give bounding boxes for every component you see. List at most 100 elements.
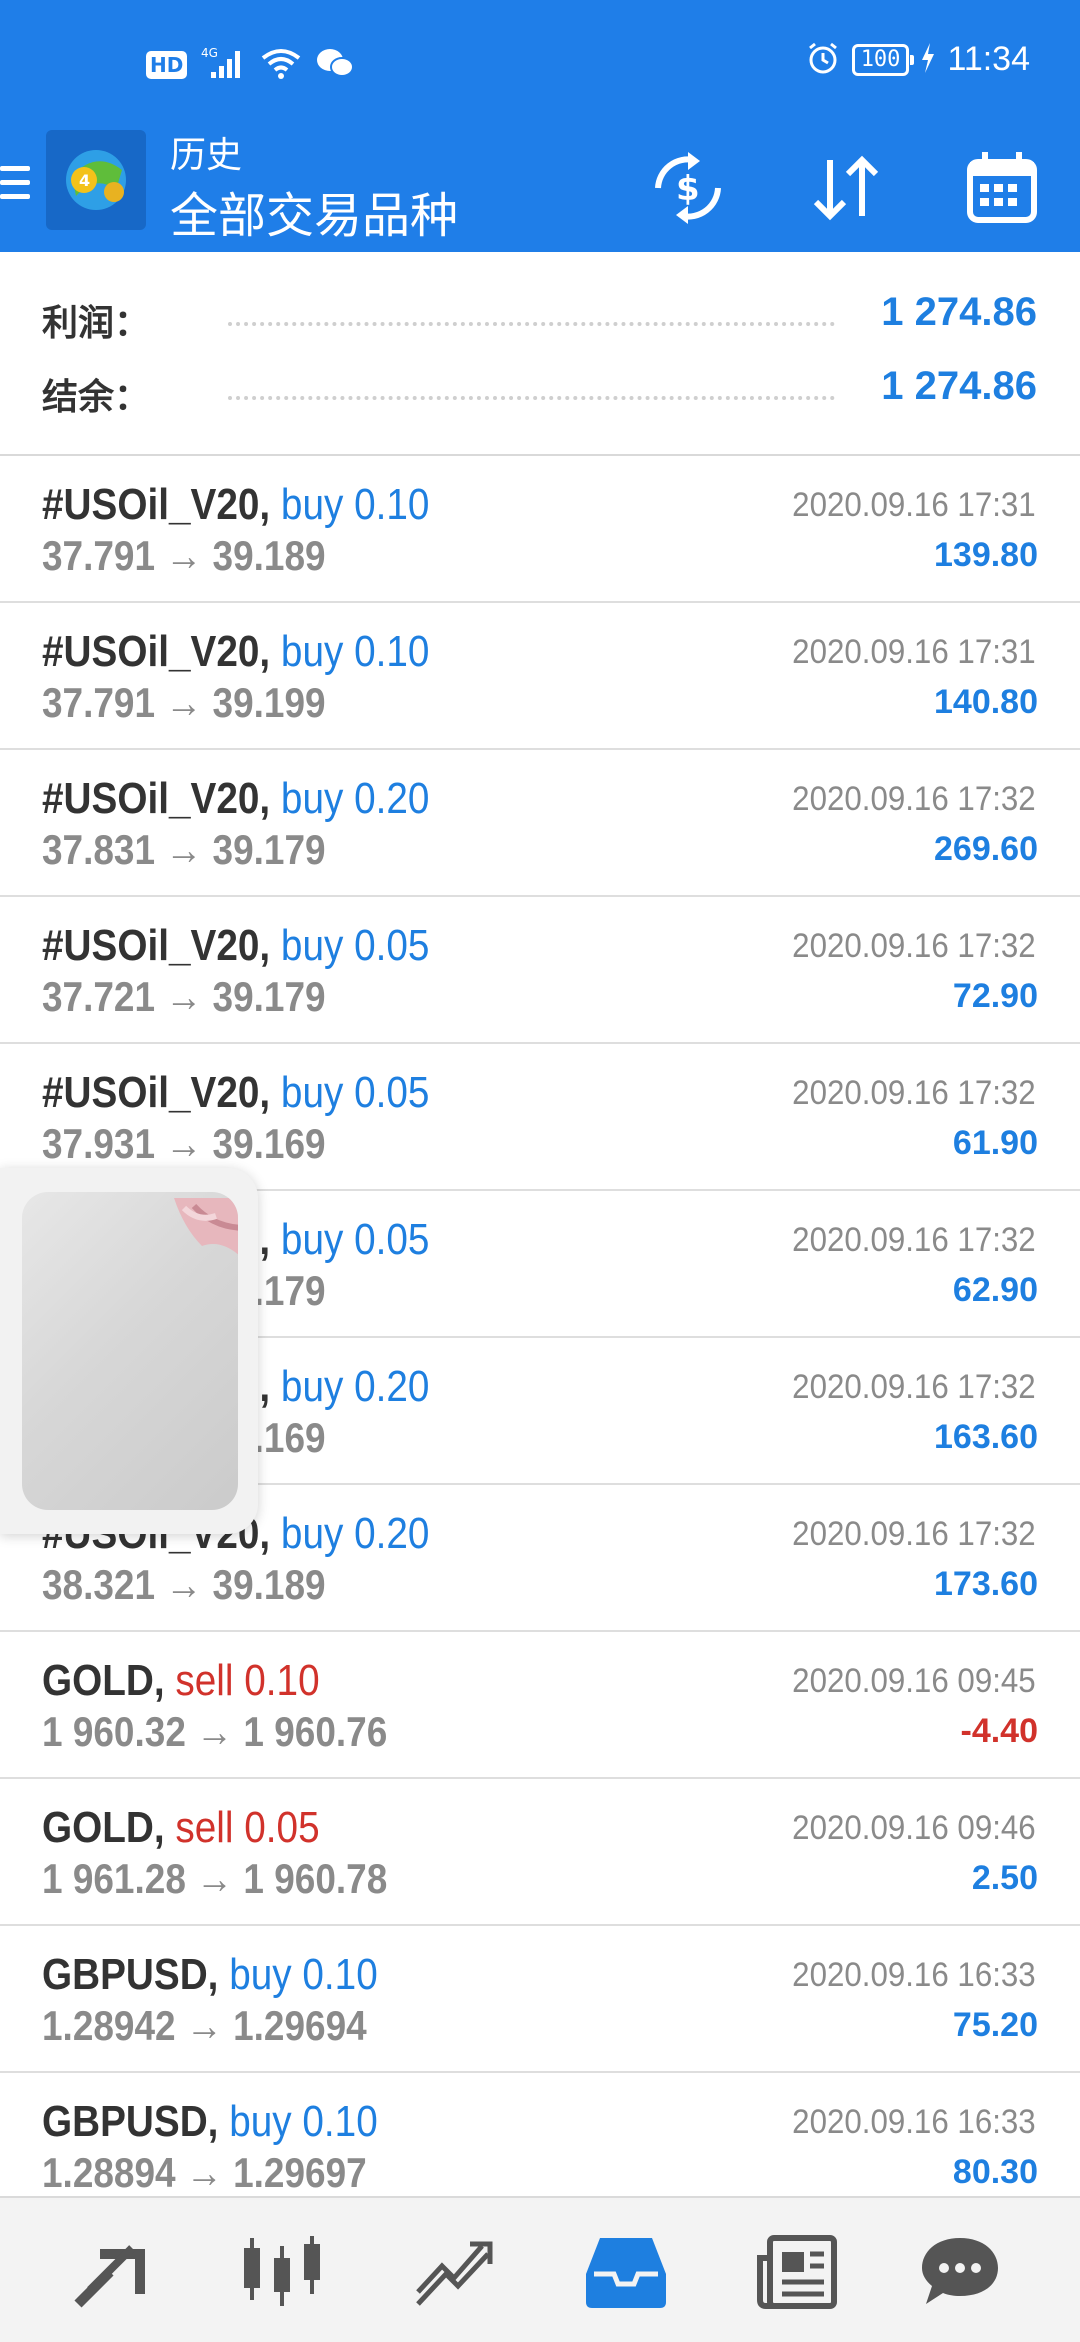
trade-time: 2020.09.16 17:32 [792, 780, 1036, 818]
trade-symbol: #USOil_V20 [42, 627, 260, 676]
trade-side: buy 0.05 [280, 1068, 430, 1117]
profit-label: 利润： [42, 303, 151, 344]
trade-time: 2020.09.16 16:33 [792, 1956, 1036, 1994]
trade-profit: 2.50 [971, 1859, 1038, 1897]
menu-icon[interactable] [0, 160, 30, 210]
trade-time: 2020.09.16 17:32 [792, 1221, 1036, 1259]
svg-text:$: $ [676, 169, 700, 209]
trade-prices: 1.28942 → 1.29694 [42, 2002, 367, 2050]
separator: , [259, 1362, 271, 1411]
trade-side: buy 0.20 [280, 1362, 430, 1411]
trade-time: 2020.09.16 17:32 [792, 927, 1036, 965]
charging-icon [921, 42, 935, 77]
wechat-icon [315, 46, 355, 84]
arrow-icon: → [165, 1120, 203, 1167]
separator: , [259, 1509, 271, 1558]
trade-profit: 139.80 [934, 536, 1038, 574]
dotted-leader [228, 322, 835, 326]
separator: , [207, 1950, 219, 1999]
trade-side: sell 0.10 [175, 1656, 320, 1705]
trade-row[interactable]: GOLD, sell 0.05 1 961.28 → 1 960.78 2020.0… [0, 1779, 1080, 1926]
trade-header: #USOil_V20, buy 0.05 [42, 1068, 429, 1118]
open-price: 1.28894 [42, 2149, 176, 2196]
chat-icon[interactable] [918, 2234, 1002, 2310]
calendar-icon[interactable] [962, 148, 1042, 228]
trade-header: #USOil_V20, buy 0.20 [42, 774, 429, 824]
close-price: 39.179 [212, 973, 326, 1020]
quotes-icon[interactable] [70, 2234, 154, 2310]
trade-row[interactable]: GBPUSD, buy 0.10 1.28942 → 1.29694 2020.09… [0, 1926, 1080, 2073]
svg-text:4G: 4G [201, 46, 218, 60]
trade-row[interactable]: GOLD, sell 0.10 1 960.32 → 1 960.76 2020.0… [0, 1632, 1080, 1779]
trade-row[interactable]: #USOil_V20, buy 0.10 37.791 → 39.199 2020.… [0, 603, 1080, 750]
trade-side: buy 0.10 [229, 2097, 378, 2146]
clock: 11:34 [947, 40, 1030, 78]
open-price: 37.931 [42, 1120, 156, 1167]
summary-panel: 利润： 1 274.86 结余： 1 274.86 [0, 252, 1080, 456]
trade-side: buy 0.20 [280, 1509, 430, 1558]
trade-profit: 72.90 [952, 977, 1038, 1015]
trade-row[interactable]: #USOil_V20, buy 0.20 37.831 → 39.179 2020.… [0, 750, 1080, 897]
open-price: 38.321 [42, 1561, 156, 1608]
trade-symbol: GOLD [42, 1803, 154, 1852]
history-icon[interactable] [584, 2234, 668, 2310]
app-logo[interactable]: 4 [46, 130, 146, 230]
trade-profit: 80.30 [952, 2153, 1038, 2191]
trade-header: GOLD, sell 0.10 [42, 1656, 320, 1706]
separator: , [259, 627, 271, 676]
trade-prices: 37.721 → 39.179 [42, 973, 326, 1021]
close-price: 39.169 [212, 1120, 326, 1167]
trade-symbol: GBPUSD [42, 1950, 208, 1999]
floating-video-window[interactable] [0, 1168, 258, 1534]
svg-text:4: 4 [79, 171, 90, 190]
trade-profit: 62.90 [952, 1271, 1038, 1309]
trade-time: 2020.09.16 16:33 [792, 2103, 1036, 2141]
alarm-icon [806, 41, 840, 79]
trade-side: buy 0.05 [280, 921, 430, 970]
chart-icon[interactable] [240, 2234, 324, 2310]
profit-value: 1 274.86 [881, 290, 1037, 334]
trade-prices: 37.931 → 39.169 [42, 1120, 326, 1168]
trade-side: buy 0.10 [280, 480, 430, 529]
trade-symbol: GBPUSD [42, 2097, 208, 2146]
trade-side: buy 0.05 [280, 1215, 430, 1264]
trade-row[interactable]: #USOil_V20, buy 0.05 37.721 → 39.179 2020.… [0, 897, 1080, 1044]
separator: , [259, 774, 271, 823]
currency-swap-icon[interactable]: $ [648, 148, 728, 228]
trade-icon[interactable] [412, 2234, 496, 2310]
balance-row: 结余： 1 274.86 [0, 360, 1080, 420]
trade-header: GBPUSD, buy 0.10 [42, 1950, 378, 2000]
trade-time: 2020.09.16 17:32 [792, 1074, 1036, 1112]
trade-profit: 75.20 [952, 2006, 1038, 2044]
close-price: 1.29697 [233, 2149, 367, 2196]
trade-row[interactable]: #USOil_V20, buy 0.10 37.791 → 39.189 2020.… [0, 456, 1080, 603]
header-title[interactable]: 全部交易品种 [170, 176, 458, 246]
trade-side: buy 0.10 [280, 627, 430, 676]
trade-time: 2020.09.16 17:32 [792, 1515, 1036, 1553]
toolbar: 4 历史 全部交易品种 $ [0, 126, 1080, 252]
separator: , [259, 921, 271, 970]
status-bar: HD 4G 100 11:34 [0, 0, 1080, 130]
close-price: 39.189 [212, 1561, 326, 1608]
close-price: 1.29694 [233, 2002, 367, 2049]
trade-profit: 269.60 [934, 830, 1038, 868]
trade-header: #USOil_V20, buy 0.10 [42, 480, 429, 530]
arrow-icon: → [165, 679, 203, 726]
arrow-icon: → [165, 532, 203, 579]
trade-header: GOLD, sell 0.05 [42, 1803, 320, 1853]
trade-time: 2020.09.16 17:31 [792, 633, 1036, 671]
arrow-icon: → [165, 973, 203, 1020]
close-price: 39.189 [212, 532, 326, 579]
arrow-icon: → [196, 1708, 234, 1755]
trade-prices: 37.791 → 39.199 [42, 679, 326, 727]
balance-value: 1 274.86 [881, 364, 1037, 408]
trade-prices: 1.28894 → 1.29697 [42, 2149, 367, 2197]
video-thumbnail[interactable] [22, 1192, 238, 1510]
arrow-icon: → [185, 2002, 223, 2049]
trade-symbol: #USOil_V20 [42, 1068, 260, 1117]
news-icon[interactable] [756, 2234, 840, 2310]
trade-header: #USOil_V20, buy 0.05 [42, 921, 429, 971]
trade-side: buy 0.20 [280, 774, 430, 823]
sort-icon[interactable] [806, 148, 886, 228]
arrow-icon: → [165, 1561, 203, 1608]
